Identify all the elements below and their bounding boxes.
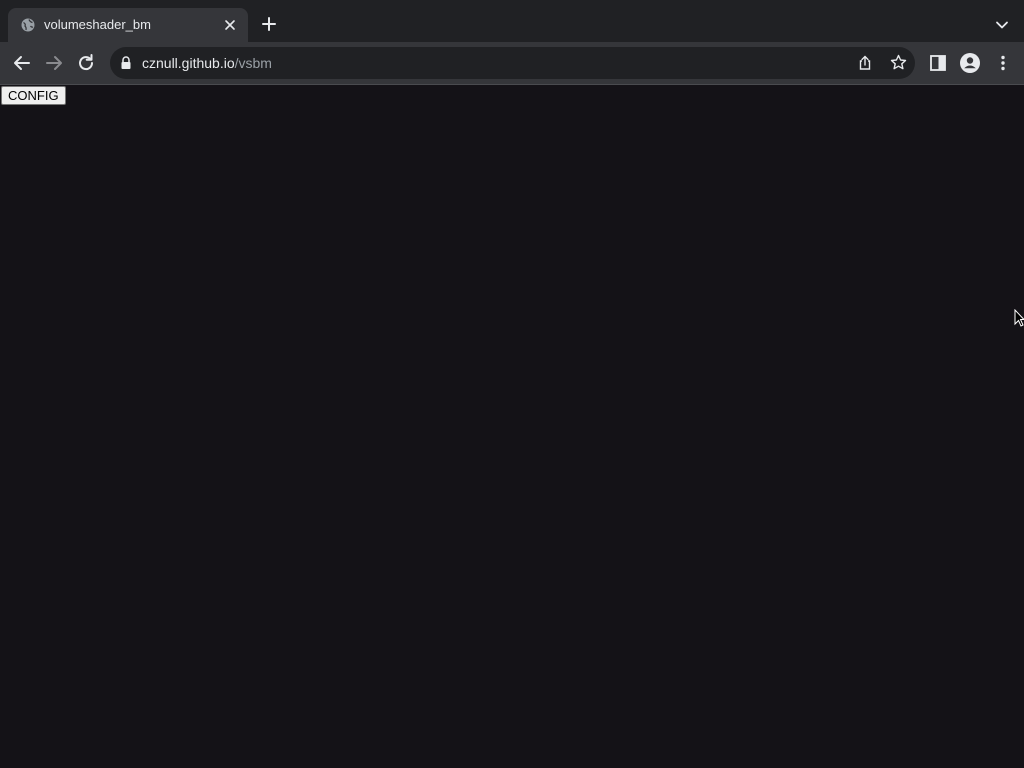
mouse-pointer-icon [1014, 309, 1024, 327]
back-arrow-icon[interactable] [11, 52, 33, 74]
page-content: CONFIG [0, 85, 1024, 768]
tab-volumeshader[interactable]: volumeshader_bm [8, 8, 248, 42]
url-text: cznull.github.io/vsbm [142, 55, 272, 71]
globe-icon [21, 18, 35, 32]
url-path: /vsbm [234, 55, 272, 71]
new-tab-plus-icon[interactable] [259, 14, 279, 34]
browser-toolbar: cznull.github.io/vsbm [0, 42, 1024, 84]
chevron-down-icon[interactable] [992, 15, 1012, 35]
bookmark-star-icon[interactable] [890, 54, 907, 71]
config-button[interactable]: CONFIG [1, 86, 66, 105]
browser-window: volumeshader_bm cznull.github.io/vsbm CO… [0, 0, 1024, 768]
kebab-menu-icon[interactable] [992, 52, 1014, 74]
profile-avatar-icon[interactable] [959, 52, 981, 74]
tab-title: volumeshader_bm [44, 17, 151, 32]
side-panel-icon[interactable] [927, 52, 949, 74]
close-icon[interactable] [222, 17, 238, 33]
address-bar[interactable]: cznull.github.io/vsbm [110, 47, 915, 79]
reload-icon[interactable] [75, 52, 97, 74]
url-host: cznull.github.io [142, 55, 235, 71]
share-icon[interactable] [857, 55, 873, 71]
tab-strip: volumeshader_bm [0, 0, 1024, 42]
lock-icon[interactable] [120, 56, 132, 70]
forward-arrow-icon[interactable] [43, 52, 65, 74]
